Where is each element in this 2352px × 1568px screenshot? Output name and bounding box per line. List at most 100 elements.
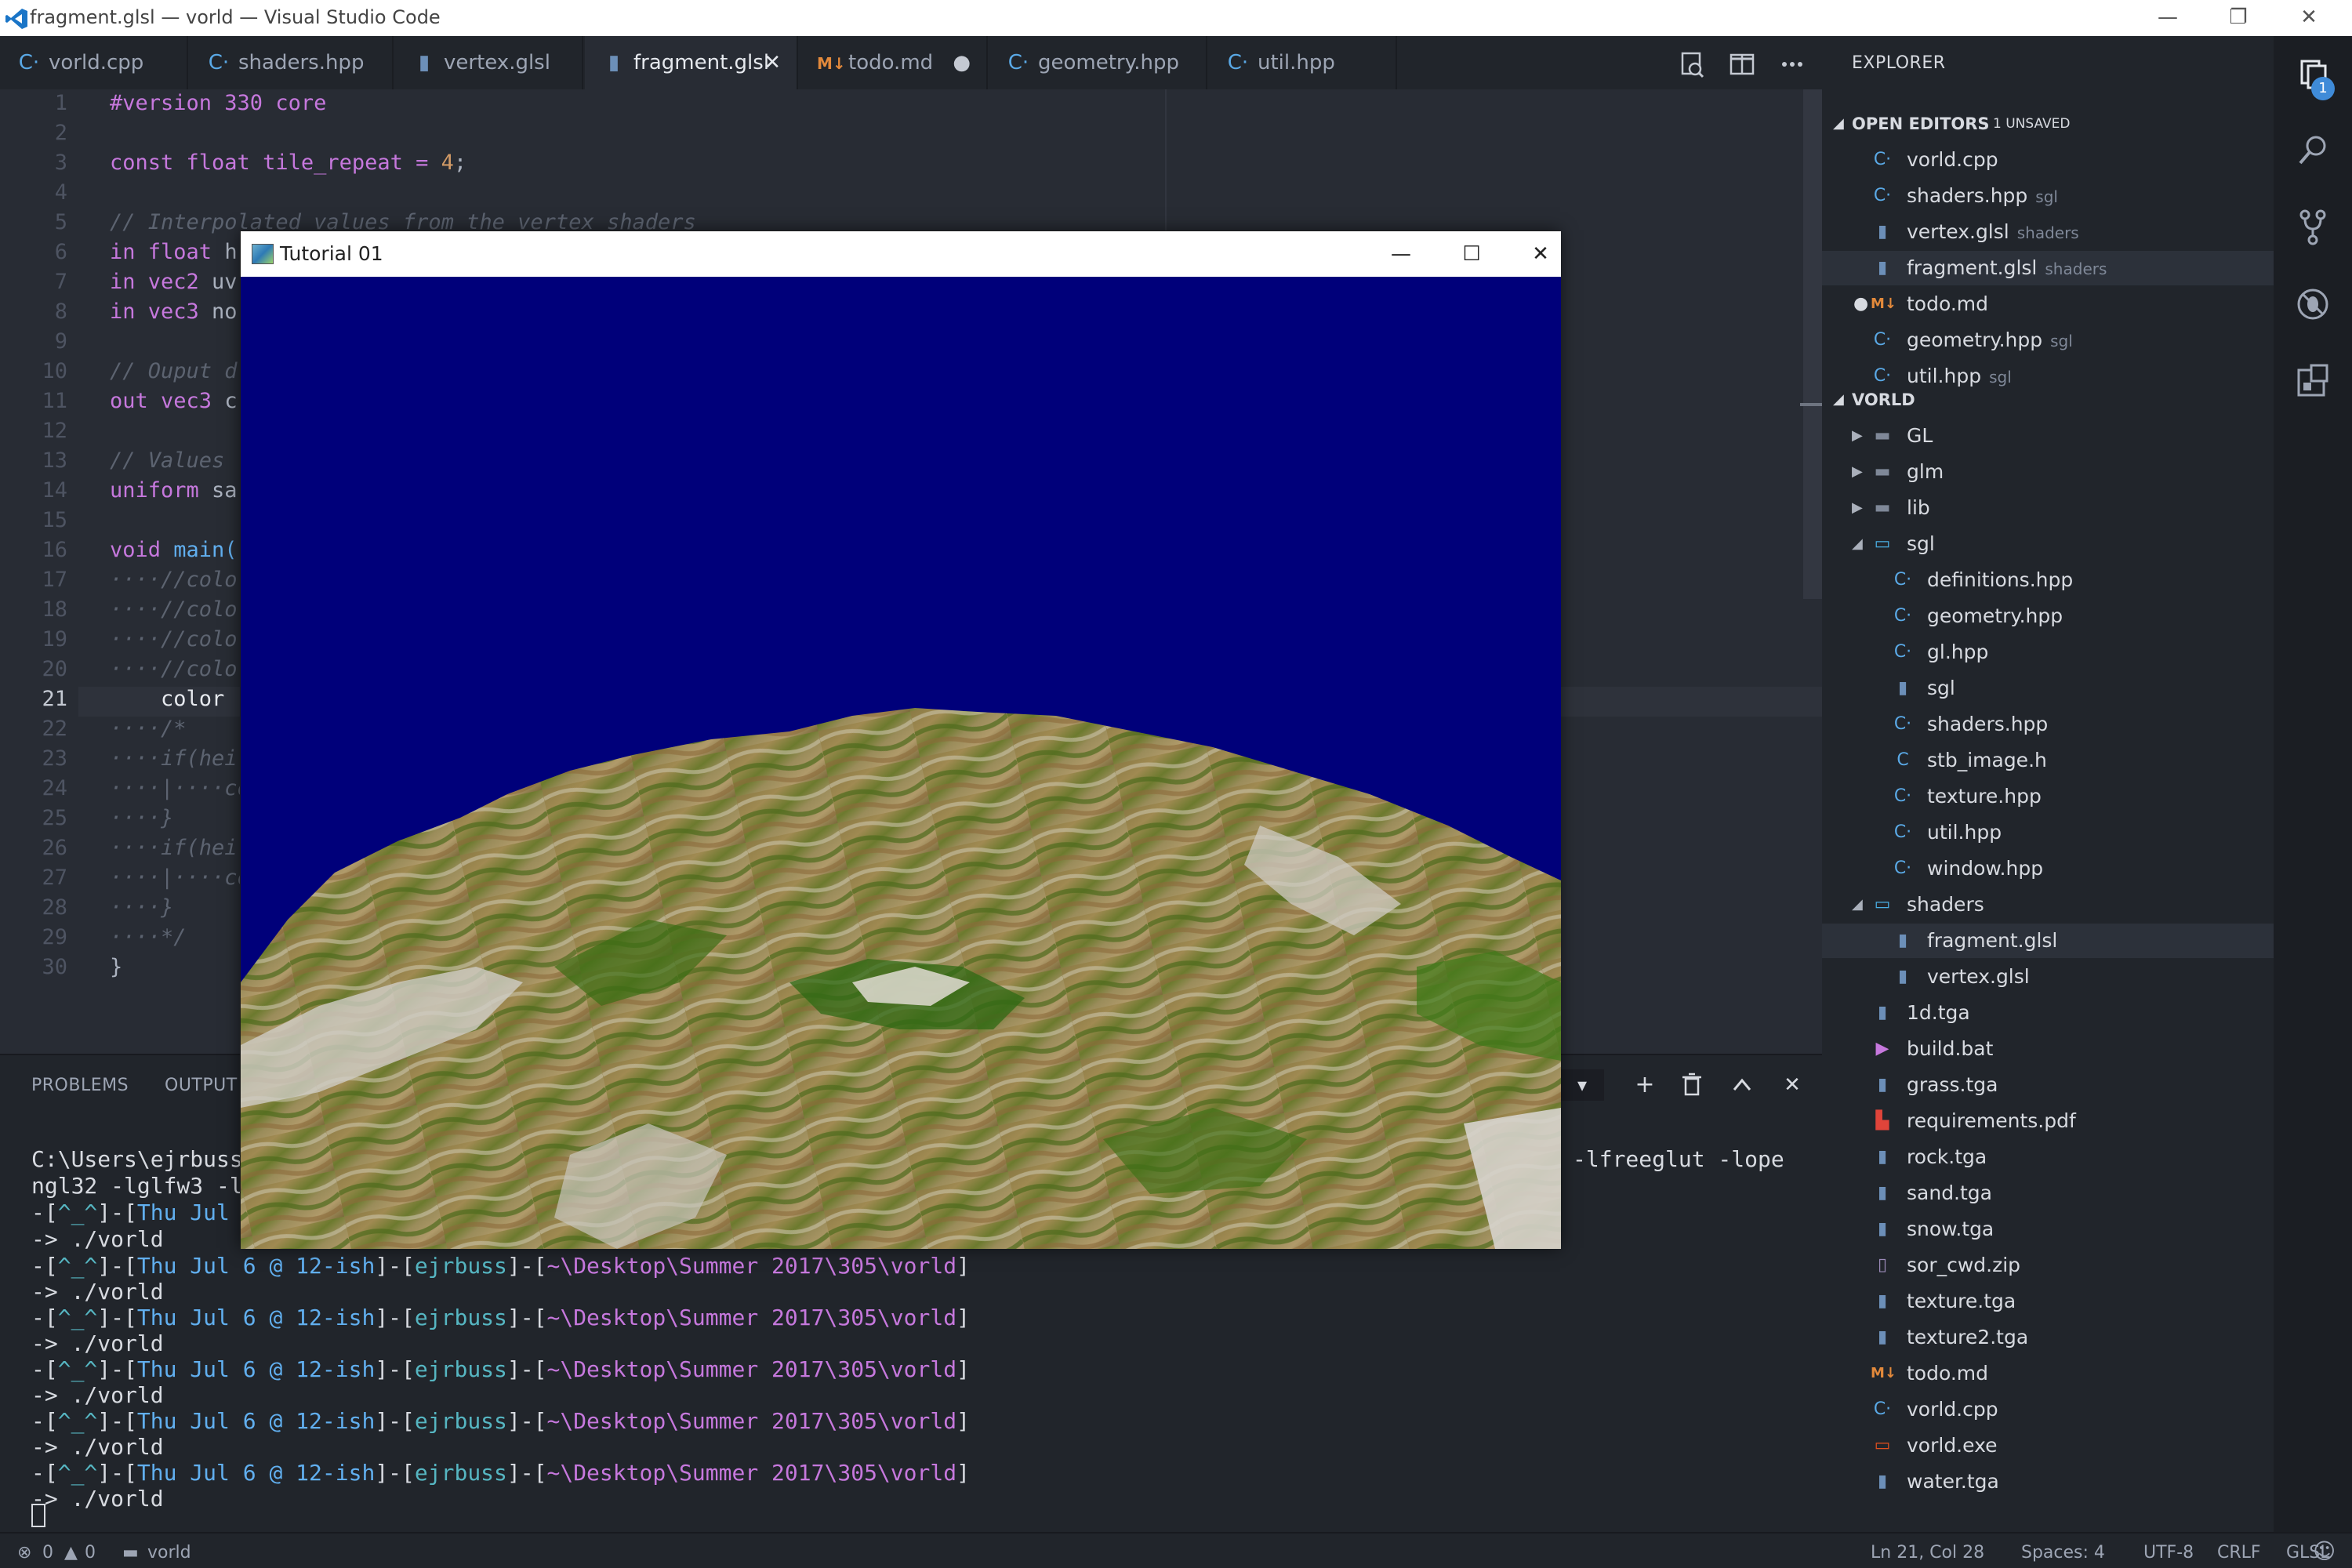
terminal-line: -> ./vorld: [31, 1330, 164, 1356]
tree-folder[interactable]: ▶ ▬ GL: [1822, 419, 2274, 453]
tab-output[interactable]: OUTPUT: [165, 1076, 238, 1095]
open-editor-item[interactable]: C· geometry.hpp sgl: [1822, 323, 2274, 358]
debug-icon[interactable]: [2291, 282, 2335, 326]
open-editor-item[interactable]: ● M↓ todo.md: [1822, 287, 2274, 321]
open-editor-item[interactable]: ▮ vertex.glsl shaders: [1822, 215, 2274, 249]
more-actions-icon[interactable]: [1775, 47, 1809, 82]
pdf-icon: ▙: [1875, 1111, 1889, 1131]
line-number: 9: [54, 329, 67, 354]
gl-close-button[interactable]: ✕: [1520, 238, 1561, 270]
chevron-right-icon[interactable]: ▶: [1852, 419, 1863, 453]
source-control-icon[interactable]: [2291, 205, 2335, 249]
tree-file[interactable]: ▮ snow.tga: [1822, 1212, 2274, 1247]
tree-file[interactable]: C· gl.hpp: [1822, 635, 2274, 670]
tab-vertex-glsl[interactable]: ▮ vertex.glsl: [395, 36, 583, 89]
cursor-position[interactable]: Ln 21, Col 28: [1871, 1543, 1984, 1563]
close-panel-button[interactable]: ✕: [1775, 1069, 1809, 1101]
code-line: ····if(hei: [110, 746, 238, 771]
terrain-render-viewport[interactable]: [241, 277, 1561, 1249]
tree-folder[interactable]: ◢ ▭ sgl: [1822, 527, 2274, 561]
code-line: ····//colo: [110, 627, 238, 652]
kill-terminal-icon[interactable]: [1675, 1069, 1709, 1101]
open-editor-item[interactable]: ▮ fragment.glsl shaders: [1822, 251, 2274, 285]
open-editor-item[interactable]: C· vorld.cpp: [1822, 143, 2274, 177]
gl-window-titlebar[interactable]: Tutorial 01 — ☐ ✕: [241, 231, 1561, 277]
tree-file[interactable]: ▮ water.tga: [1822, 1465, 2274, 1499]
warning-count[interactable]: 0: [85, 1543, 96, 1563]
tree-item-label: sand.tga: [1907, 1181, 1992, 1204]
tree-file[interactable]: ▭ vorld.exe: [1822, 1428, 2274, 1463]
tree-file[interactable]: C· geometry.hpp: [1822, 599, 2274, 633]
tab-shaders-hpp[interactable]: C· shaders.hpp: [190, 36, 394, 89]
opengl-window[interactable]: Tutorial 01 — ☐ ✕: [240, 230, 1561, 1249]
workspace-folder[interactable]: vorld: [147, 1543, 191, 1563]
tree-folder[interactable]: ◢ ▭ shaders: [1822, 887, 2274, 922]
tree-file[interactable]: C· vorld.cpp: [1822, 1392, 2274, 1427]
tree-file[interactable]: C· definitions.hpp: [1822, 563, 2274, 597]
split-editor-icon[interactable]: [1725, 47, 1759, 82]
tree-file[interactable]: ▮ rock.tga: [1822, 1140, 2274, 1174]
tab-todo-md[interactable]: M↓ todo.md ●: [800, 36, 988, 89]
tree-file[interactable]: ▮ sand.tga: [1822, 1176, 2274, 1210]
tree-file[interactable]: ▶ build.bat: [1822, 1032, 2274, 1066]
close-tab-icon[interactable]: ✕: [764, 36, 781, 89]
open-editors-section[interactable]: ◢ OPEN EDITORS 1 UNSAVED: [1822, 107, 2274, 141]
tree-file[interactable]: C· texture.hpp: [1822, 779, 2274, 814]
tab-problems[interactable]: PROBLEMS: [31, 1076, 129, 1095]
tree-file[interactable]: C· util.hpp: [1822, 815, 2274, 850]
tree-file[interactable]: ▮ texture2.tga: [1822, 1320, 2274, 1355]
restore-button[interactable]: ❐: [2203, 0, 2274, 36]
extensions-icon[interactable]: [2291, 359, 2335, 403]
tree-file[interactable]: ▮ 1d.tga: [1822, 996, 2274, 1030]
maximize-panel-icon[interactable]: [1725, 1069, 1759, 1101]
minimize-button[interactable]: —: [2132, 0, 2203, 36]
new-terminal-button[interactable]: +: [1628, 1069, 1662, 1101]
tree-file[interactable]: ▮ grass.tga: [1822, 1068, 2274, 1102]
project-section[interactable]: ◢ VORLD: [1822, 383, 2274, 417]
tree-file[interactable]: ▮ vertex.glsl: [1822, 960, 2274, 994]
encoding[interactable]: UTF-8: [2143, 1543, 2194, 1563]
gl-maximize-button[interactable]: ☐: [1448, 238, 1495, 270]
file-icon: ▮: [1897, 931, 1908, 950]
tree-file[interactable]: Cstb_image.h: [1822, 743, 2274, 778]
tree-file[interactable]: C· window.hpp: [1822, 851, 2274, 886]
tab-util-hpp[interactable]: C· util.hpp: [1209, 36, 1397, 89]
tab-geometry-hpp[interactable]: C· geometry.hpp: [989, 36, 1207, 89]
tree-file[interactable]: M↓ todo.md: [1822, 1356, 2274, 1391]
line-number: 16: [42, 538, 67, 562]
tree-file[interactable]: ▯ sor_cwd.zip: [1822, 1248, 2274, 1283]
code-line: ····/*: [110, 717, 187, 741]
tab-fragment-glsl[interactable]: ▮ fragment.glsl ✕: [585, 36, 798, 89]
tree-file[interactable]: ▙ requirements.pdf: [1822, 1104, 2274, 1138]
tab-vorld-cpp[interactable]: C· vorld.cpp: [0, 36, 188, 89]
folder-open-icon: ▭: [1874, 534, 1891, 554]
error-icon[interactable]: ⊗: [17, 1543, 31, 1563]
feedback-smiley-icon[interactable]: ☺: [2313, 1538, 2336, 1564]
tree-file[interactable]: ▮ texture.tga: [1822, 1284, 2274, 1319]
warning-icon[interactable]: ▲: [64, 1543, 78, 1563]
open-editor-item[interactable]: C· shaders.hpp sgl: [1822, 179, 2274, 213]
chevron-right-icon[interactable]: ▶: [1852, 455, 1863, 489]
open-editor-label: vertex.glsl shaders: [1907, 220, 2079, 243]
status-bar: ⊗ 0 ▲ 0 ▬ vorld Ln 21, Col 28 Spaces: 4 …: [0, 1532, 2352, 1568]
chevron-right-icon[interactable]: ▶: [1852, 491, 1863, 525]
line-ending[interactable]: CRLF: [2217, 1543, 2261, 1563]
tree-folder[interactable]: ▶ ▬ lib: [1822, 491, 2274, 525]
error-count[interactable]: 0: [42, 1543, 53, 1563]
chevron-down-icon[interactable]: ◢: [1852, 887, 1863, 922]
line-number: 23: [42, 746, 67, 771]
open-editor-label: fragment.glsl shaders: [1907, 256, 2107, 279]
tree-folder[interactable]: ▶ ▬ glm: [1822, 455, 2274, 489]
chevron-down-icon[interactable]: ◢: [1852, 527, 1863, 561]
open-changes-icon[interactable]: [1675, 47, 1709, 82]
tree-file[interactable]: C· shaders.hpp: [1822, 707, 2274, 742]
tree-file[interactable]: ▮ sgl: [1822, 671, 2274, 706]
indentation[interactable]: Spaces: 4: [2021, 1543, 2105, 1563]
gl-minimize-button[interactable]: —: [1377, 238, 1425, 270]
search-icon[interactable]: [2291, 129, 2335, 172]
tree-file[interactable]: ▮ fragment.glsl: [1822, 924, 2274, 958]
editor-scrollbar[interactable]: [1803, 89, 1822, 599]
close-button[interactable]: ✕: [2274, 0, 2344, 36]
tab-label: util.hpp: [1258, 51, 1335, 74]
terminal-select-dropdown[interactable]: ▾: [1560, 1069, 1604, 1101]
